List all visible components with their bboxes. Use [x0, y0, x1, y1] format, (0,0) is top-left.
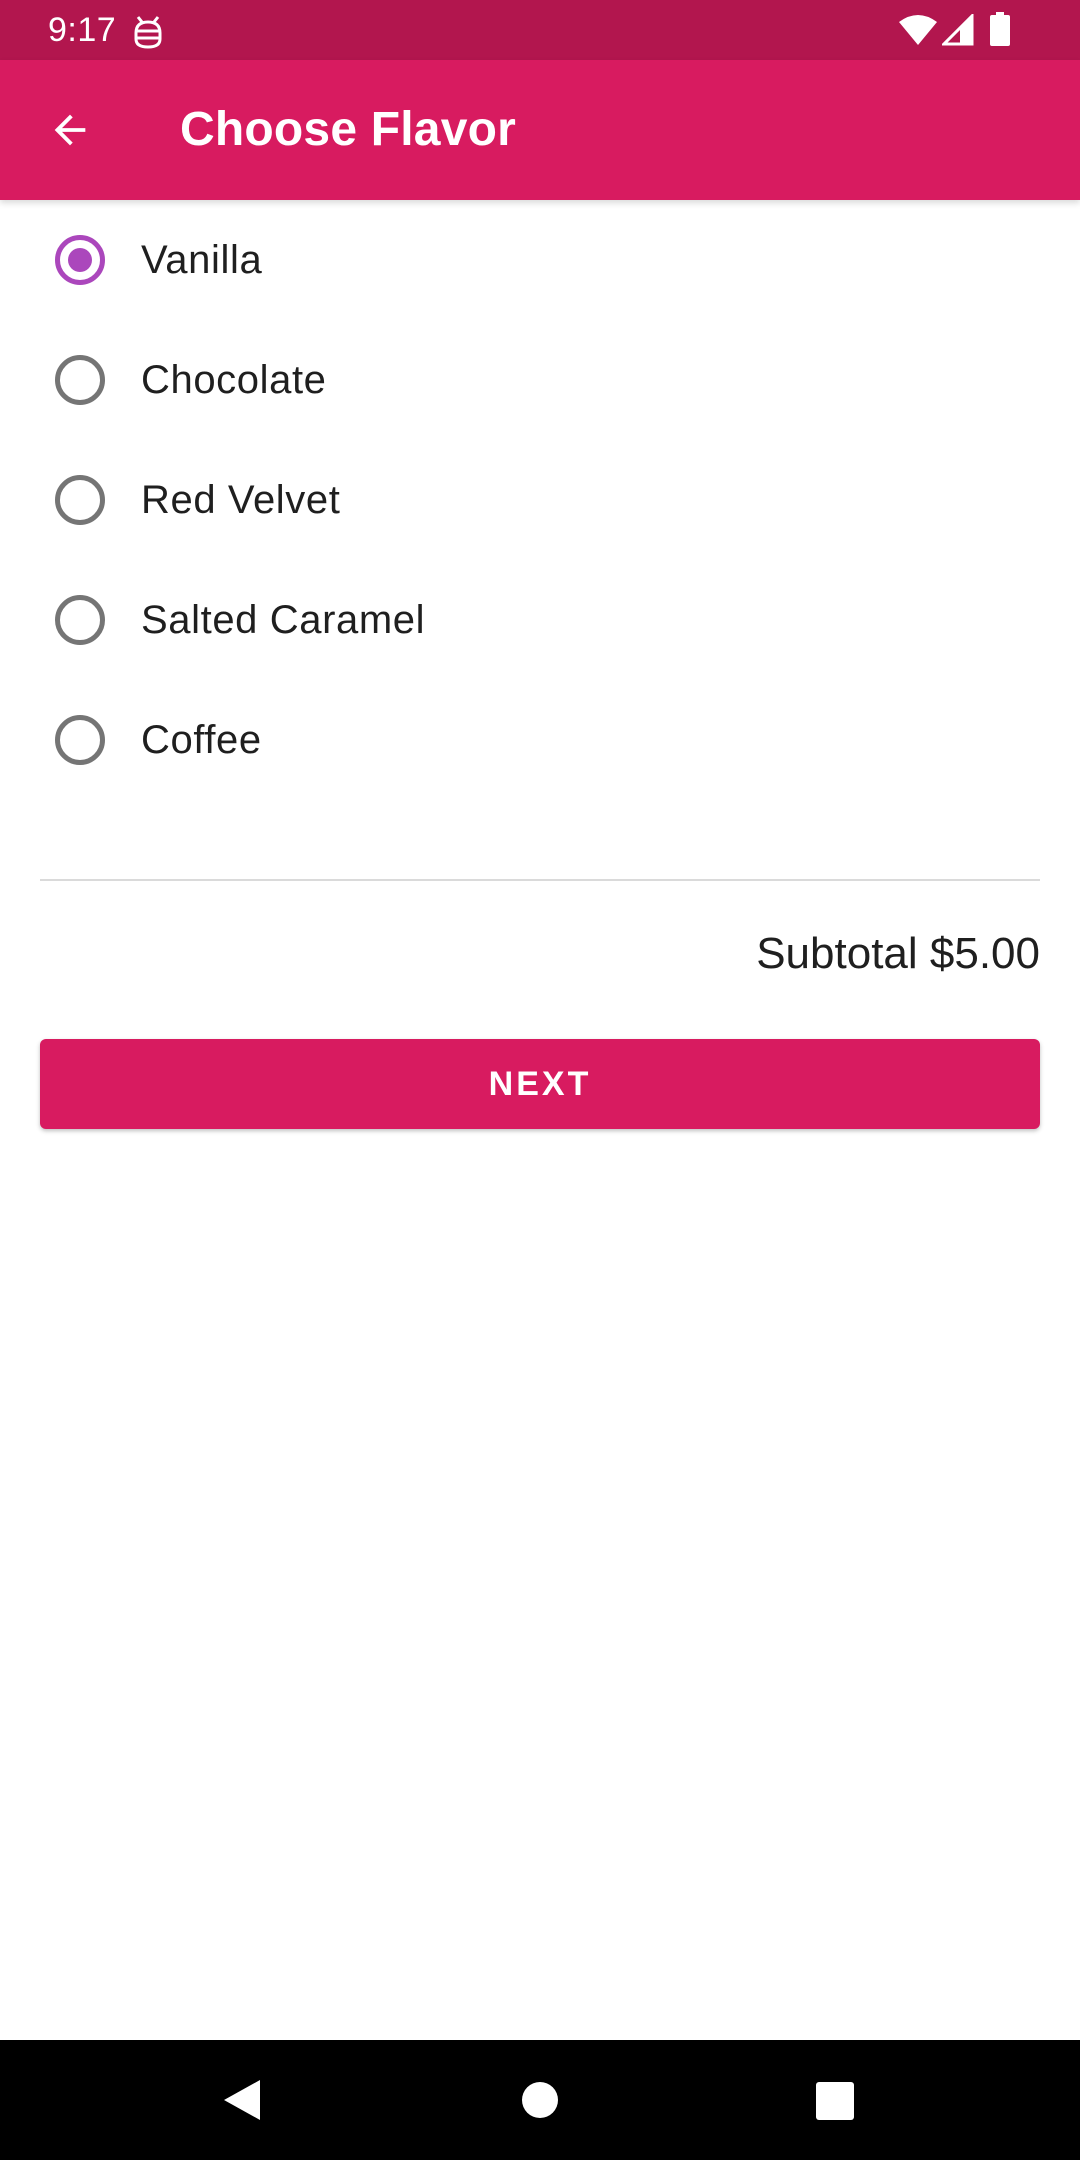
battery-icon	[990, 12, 1010, 46]
next-button[interactable]: NEXT	[40, 1039, 1040, 1129]
flavor-option-chocolate[interactable]: Chocolate	[0, 320, 1080, 440]
flavor-option-salted-caramel[interactable]: Salted Caramel	[0, 560, 1080, 680]
radio-button[interactable]	[55, 595, 105, 645]
radio-button-checked[interactable]	[55, 235, 105, 285]
subtotal-text: Subtotal $5.00	[756, 929, 1040, 978]
navigation-bar	[0, 2040, 1080, 2160]
page-title: Choose Flavor	[180, 103, 516, 156]
status-time: 9:17	[48, 11, 117, 49]
flavor-option-label: Salted Caramel	[141, 598, 426, 642]
radio-button[interactable]	[55, 475, 105, 525]
radio-button[interactable]	[55, 355, 105, 405]
signal-icon	[942, 14, 974, 46]
flavor-option-vanilla[interactable]: Vanilla	[0, 200, 1080, 320]
flavor-option-red-velvet[interactable]: Red Velvet	[0, 440, 1080, 560]
flavor-option-label: Coffee	[141, 718, 262, 762]
nav-back-icon[interactable]	[222, 2078, 262, 2122]
divider	[40, 879, 1040, 881]
nav-recents-icon[interactable]	[816, 2082, 854, 2120]
flavor-option-label: Red Velvet	[141, 478, 341, 522]
debug-android-icon	[134, 16, 162, 49]
app-bar: Choose Flavor	[0, 60, 1080, 200]
wifi-icon	[899, 15, 937, 45]
nav-home-icon[interactable]	[522, 2082, 558, 2118]
status-bar: 9:17	[0, 0, 1080, 60]
flavor-option-coffee[interactable]: Coffee	[0, 680, 1080, 800]
flavor-option-label: Vanilla	[141, 238, 263, 282]
arrow-back-icon	[54, 114, 86, 146]
radio-button[interactable]	[55, 715, 105, 765]
back-button[interactable]	[30, 90, 110, 170]
flavor-option-label: Chocolate	[141, 358, 327, 402]
